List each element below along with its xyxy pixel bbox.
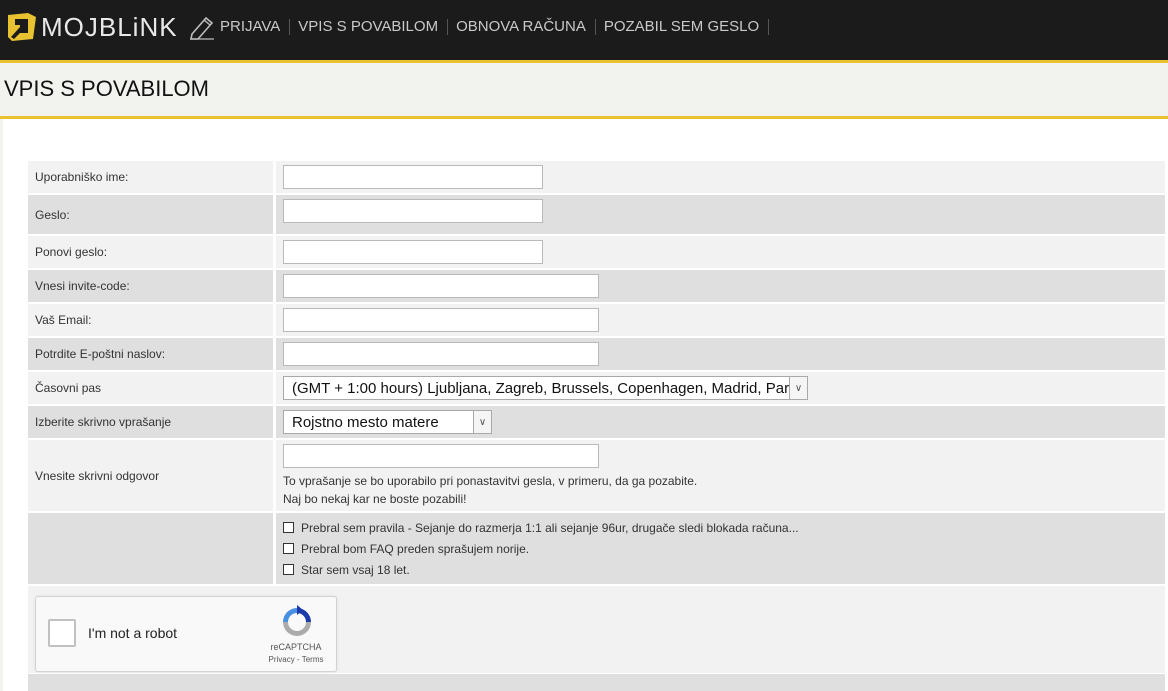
top-navbar: MOJBLiNK PRIJAVA VPIS S POVABILOM OBNOVA… bbox=[0, 0, 1168, 63]
email-confirm-input[interactable] bbox=[283, 342, 599, 366]
form-row-password-repeat: Ponovi geslo: bbox=[28, 236, 1165, 268]
password-repeat-input[interactable] bbox=[283, 240, 543, 264]
page-title: VPIS S POVABILOM bbox=[4, 76, 209, 101]
security-answer-input[interactable] bbox=[283, 443, 599, 468]
timezone-select[interactable]: (GMT + 1:00 hours) Ljubljana, Zagreb, Br… bbox=[283, 376, 808, 400]
brand-logo[interactable]: MOJBLiNK bbox=[6, 10, 178, 44]
username-input[interactable] bbox=[283, 165, 543, 189]
recaptcha-links[interactable]: Privacy - Terms bbox=[264, 655, 328, 664]
recaptcha-checkbox[interactable] bbox=[48, 619, 76, 647]
left-border bbox=[0, 119, 3, 691]
form-row-question: Izberite skrivno vprašanje Rojstno mesto… bbox=[28, 406, 1165, 438]
username-label: Uporabniško ime: bbox=[28, 161, 273, 193]
form-row-invite: Vnesi invite-code: bbox=[28, 270, 1165, 302]
form-bottom-row bbox=[28, 674, 1165, 691]
pencil-icon bbox=[190, 16, 214, 40]
faq-checkbox-label: Prebral bom FAQ preden sprašujem norije. bbox=[301, 541, 530, 556]
form-row-answer: Vnesite skrivni odgovor To vprašanje se … bbox=[28, 440, 1165, 511]
recaptcha-logo-icon bbox=[283, 605, 311, 636]
rules-checkbox[interactable] bbox=[283, 522, 294, 533]
form-row-email-confirm: Potrdite E-poštni naslov: bbox=[28, 338, 1165, 370]
main-nav: PRIJAVA VPIS S POVABILOM OBNOVA RAČUNA P… bbox=[188, 14, 770, 40]
nav-item-obnova-racuna[interactable]: OBNOVA RAČUNA bbox=[448, 19, 596, 35]
form-row-password: Geslo: bbox=[28, 195, 1165, 234]
age-checkbox[interactable] bbox=[283, 564, 294, 575]
nav-item-prijava[interactable]: PRIJAVA bbox=[220, 19, 291, 35]
nav-item-vpis-s-povabilom[interactable]: VPIS S POVABILOM bbox=[290, 19, 449, 35]
age-checkbox-label: Star sem vsaj 18 let. bbox=[301, 562, 410, 577]
nav-item-pozabil-sem-geslo[interactable]: POZABIL SEM GESLO bbox=[596, 19, 770, 35]
recaptcha-widget: I'm not a robot reCAPTCHA Privacy - Term… bbox=[35, 596, 337, 672]
invite-code-input[interactable] bbox=[283, 274, 599, 298]
password-label: Geslo: bbox=[28, 195, 273, 234]
captcha-row: I'm not a robot reCAPTCHA Privacy - Term… bbox=[28, 586, 1165, 673]
recaptcha-label: I'm not a robot bbox=[88, 625, 178, 641]
form-row-username: Uporabniško ime: bbox=[28, 161, 1165, 193]
form-row-timezone: Časovni pas (GMT + 1:00 hours) Ljubljana… bbox=[28, 372, 1165, 404]
invite-label: Vnesi invite-code: bbox=[28, 270, 273, 302]
chevron-down-icon[interactable]: ∨ bbox=[473, 411, 491, 433]
answer-hint-1: To vprašanje se bo uporabilo pri ponasta… bbox=[283, 473, 698, 488]
answer-hint-2: Naj bo nekaj kar ne boste pozabili! bbox=[283, 491, 467, 506]
form-row-email: Vaš Email: bbox=[28, 304, 1165, 336]
brand-name: MOJBLiNK bbox=[41, 11, 178, 42]
agreement-rules[interactable]: Prebral sem pravila - Sejanje do razmerj… bbox=[283, 517, 1165, 538]
rules-checkbox-label: Prebral sem pravila - Sejanje do razmerj… bbox=[301, 520, 799, 535]
password-repeat-label: Ponovi geslo: bbox=[28, 236, 273, 268]
recaptcha-brand: reCAPTCHA bbox=[270, 642, 322, 652]
agreement-faq[interactable]: Prebral bom FAQ preden sprašujem norije. bbox=[283, 538, 1165, 559]
page-header: VPIS S POVABILOM bbox=[0, 63, 1168, 119]
email-input[interactable] bbox=[283, 308, 599, 332]
email-confirm-label: Potrdite E-poštni naslov: bbox=[28, 338, 273, 370]
faq-checkbox[interactable] bbox=[283, 543, 294, 554]
timezone-selected-value: (GMT + 1:00 hours) Ljubljana, Zagreb, Br… bbox=[292, 379, 800, 397]
agreement-age[interactable]: Star sem vsaj 18 let. bbox=[283, 559, 1165, 580]
email-label: Vaš Email: bbox=[28, 304, 273, 336]
question-label: Izberite skrivno vprašanje bbox=[28, 406, 273, 438]
security-question-select[interactable]: Rojstno mesto matere ∨ bbox=[283, 410, 492, 434]
timezone-label: Časovni pas bbox=[28, 372, 273, 404]
password-input[interactable] bbox=[283, 199, 543, 223]
answer-label: Vnesite skrivni odgovor bbox=[28, 440, 273, 511]
registration-form: Uporabniško ime: Geslo: Ponovi geslo: Vn… bbox=[28, 161, 1165, 673]
form-row-agreements: Prebral sem pravila - Sejanje do razmerj… bbox=[28, 513, 1165, 584]
logo-mark-icon bbox=[8, 13, 36, 41]
chevron-down-icon[interactable]: ∨ bbox=[789, 377, 807, 399]
security-question-selected-value: Rojstno mesto matere bbox=[292, 413, 439, 431]
